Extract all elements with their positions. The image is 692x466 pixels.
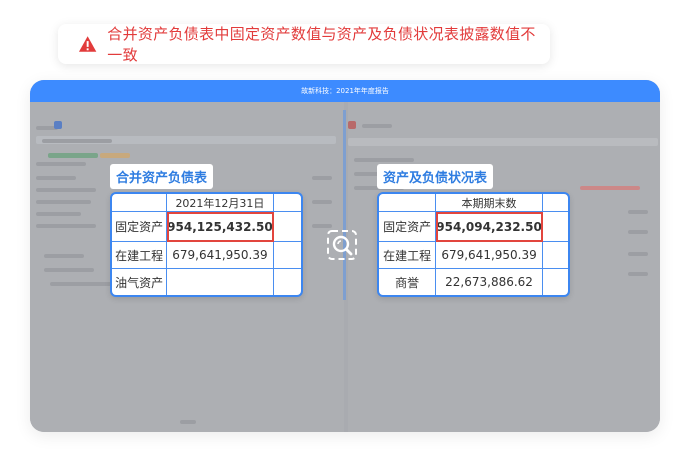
- ghost-text: [312, 200, 332, 204]
- ghost-text: [628, 210, 648, 214]
- ghost-text: [36, 188, 96, 192]
- ghost-text: [180, 420, 196, 424]
- table-cell: [274, 269, 301, 295]
- table-cell: [112, 194, 168, 212]
- table-row: 固定资产 954,125,432.50: [112, 212, 301, 242]
- window-title: 故新科技：2021年年度报告: [30, 80, 660, 102]
- ghost-text: [628, 252, 648, 256]
- alert-message: 合并资产负债表中固定资产数值与资产及负债状况表披露数值不一致: [107, 25, 536, 64]
- row-value: 679,641,950.39: [167, 242, 274, 269]
- ghost-text: [580, 186, 640, 190]
- table-cell: [379, 194, 437, 212]
- table-row: 固定资产 954,094,232.50: [379, 212, 568, 242]
- row-label: 在建工程: [112, 242, 168, 269]
- table-cell: [542, 194, 568, 212]
- ghost-text: [42, 139, 112, 143]
- left-table-label: 合并资产负债表: [110, 164, 214, 189]
- table-cell: [542, 242, 568, 269]
- ghost-text: [312, 224, 332, 228]
- table-row: 在建工程 679,641,950.39: [112, 242, 301, 269]
- row-value: 679,641,950.39: [436, 242, 543, 269]
- table-row: 商誉 22,673,886.62: [379, 269, 568, 295]
- ghost-text: [36, 162, 86, 166]
- ghost-text: [36, 212, 81, 216]
- row-label: 固定资产: [112, 212, 168, 242]
- compare-magnifier-icon: [327, 230, 357, 260]
- ghost-text: [628, 230, 648, 234]
- consolidated-balance-sheet-table: 2021年12月31日 固定资产 954,125,432.50 在建工程 679…: [110, 192, 303, 297]
- row-label: 商誉: [379, 269, 437, 295]
- table-header-period: 本期期末数: [436, 194, 543, 212]
- warning-icon: [78, 36, 97, 52]
- table-cell: [273, 194, 301, 212]
- assets-liabilities-table: 本期期末数 固定资产 954,094,232.50 在建工程 679,641,9…: [377, 192, 570, 297]
- ghost-text: [36, 224, 96, 228]
- ghost-text: [628, 272, 648, 276]
- table-header-date: 2021年12月31日: [167, 194, 274, 212]
- ghost-text: [44, 268, 94, 272]
- ghost-toolbar: [348, 138, 658, 146]
- ghost-button: [348, 121, 356, 129]
- table-row: 油气资产: [112, 269, 301, 295]
- highlighted-value[interactable]: 954,094,232.50: [436, 212, 543, 242]
- row-label: 固定资产: [379, 212, 437, 242]
- table-cell: [273, 242, 301, 269]
- ghost-text: [36, 176, 76, 180]
- row-label: 油气资产: [112, 269, 168, 295]
- table-cell: [543, 269, 568, 295]
- ghost-strip: [48, 153, 98, 158]
- right-table-label: 资产及负债状况表: [377, 164, 494, 189]
- row-label: 在建工程: [379, 242, 437, 269]
- ghost-strip: [100, 153, 130, 158]
- pane-scrollbar[interactable]: [343, 110, 346, 300]
- row-value: 22,673,886.62: [436, 269, 543, 295]
- ghost-text: [44, 254, 84, 258]
- row-value: [167, 269, 274, 295]
- table-row: 在建工程 679,641,950.39: [379, 242, 568, 269]
- highlighted-value[interactable]: 954,125,432.50: [167, 212, 274, 242]
- ghost-text: [362, 124, 392, 128]
- table-cell: [273, 212, 301, 242]
- ghost-text: [354, 158, 414, 162]
- ghost-text: [312, 176, 332, 180]
- ghost-text: [36, 200, 91, 204]
- ghost-button: [54, 121, 62, 129]
- table-cell: [542, 212, 568, 242]
- alert-banner: 合并资产负债表中固定资产数值与资产及负债状况表披露数值不一致: [58, 24, 550, 64]
